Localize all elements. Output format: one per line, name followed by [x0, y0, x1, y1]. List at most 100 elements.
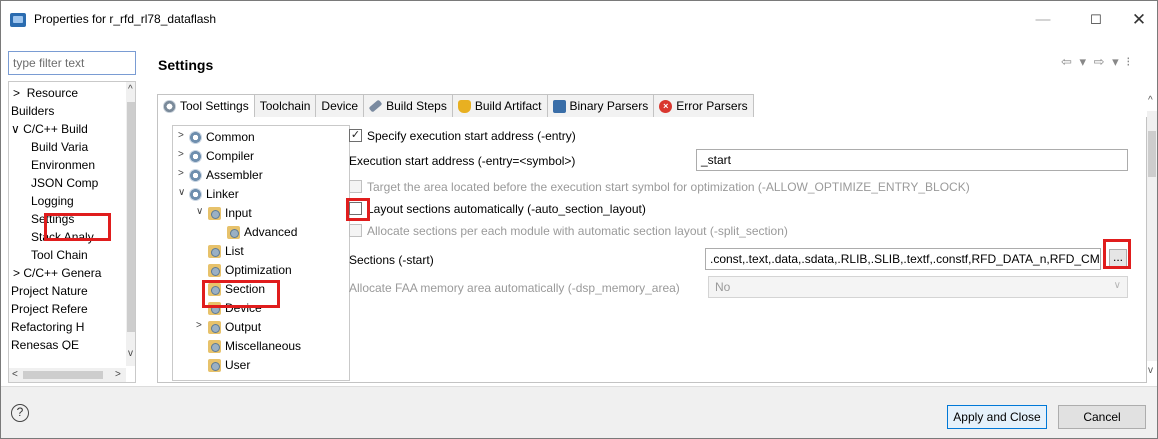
- tab-device[interactable]: Device: [316, 94, 365, 118]
- close-button[interactable]: ✕: [1119, 7, 1157, 33]
- allow-optimize-checkbox: [349, 180, 362, 193]
- tree-item-assembler[interactable]: Assembler: [189, 166, 263, 184]
- nav-item-tool-chain[interactable]: Tool Chain: [31, 246, 88, 264]
- tab-build-steps[interactable]: Build Steps: [364, 94, 453, 118]
- tree-item-output[interactable]: Output: [208, 318, 261, 336]
- panel-scroll-up-icon[interactable]: ^: [1148, 95, 1153, 106]
- sections-label: Sections (-start): [349, 253, 434, 267]
- dialog-footer: ? Apply and Close Cancel: [1, 386, 1157, 438]
- tab-error-parsers[interactable]: × Error Parsers: [654, 94, 754, 118]
- trophy-icon: [457, 99, 471, 113]
- settings-folder-icon: [208, 282, 221, 296]
- tab-tool-settings[interactable]: Tool Settings: [157, 94, 255, 118]
- binary-icon: [552, 99, 566, 113]
- app-icon: [10, 13, 26, 27]
- nav-item-renesas-qe[interactable]: Renesas QE: [11, 336, 79, 350]
- tree-item-optimization[interactable]: Optimization: [208, 261, 292, 279]
- gear-icon: [189, 149, 202, 163]
- scroll-up-icon[interactable]: ^: [128, 84, 133, 96]
- properties-dialog: Properties for r_rfd_rl78_dataflash — ☐ …: [0, 0, 1158, 439]
- entry-checkbox-label: Specify execution start address (-entry): [367, 129, 576, 143]
- scroll-left-icon[interactable]: <: [12, 369, 18, 381]
- tool-tree: > Common > Compiler > Assembler ∨ Linker…: [172, 125, 350, 381]
- cancel-button[interactable]: Cancel: [1058, 405, 1146, 429]
- nav-item-cpp-general[interactable]: > C/C++ Genera: [13, 264, 101, 282]
- nav-item-resource[interactable]: > Resource: [13, 84, 78, 102]
- maximize-button[interactable]: ☐: [1076, 7, 1116, 33]
- nav-item-settings[interactable]: Settings: [31, 210, 74, 228]
- page-title: Settings: [158, 57, 214, 73]
- tree-item-linker[interactable]: Linker: [189, 185, 239, 203]
- title-bar: Properties for r_rfd_rl78_dataflash — ☐ …: [1, 1, 1157, 39]
- error-icon: ×: [659, 99, 673, 113]
- chevron-right-icon[interactable]: >: [178, 130, 184, 141]
- gear-icon: [189, 187, 202, 201]
- tree-item-advanced[interactable]: Advanced: [227, 223, 297, 241]
- auto-section-checkbox[interactable]: [349, 202, 362, 215]
- settings-folder-icon: [208, 339, 221, 353]
- tree-item-compiler[interactable]: Compiler: [189, 147, 254, 165]
- chevron-down-icon[interactable]: ∨: [196, 206, 203, 217]
- property-nav-tree: > Resource Builders ∨ C/C++ Build Build …: [8, 81, 136, 383]
- nav-scroll-thumb[interactable]: [127, 102, 135, 332]
- gear-icon: [189, 168, 202, 182]
- tree-item-list[interactable]: List: [208, 242, 244, 260]
- nav-item-build-variables[interactable]: Build Varia: [31, 138, 88, 156]
- chevron-down-icon[interactable]: ∨: [178, 187, 185, 198]
- split-section-checkbox: [349, 224, 362, 237]
- nav-item-project-natures[interactable]: Project Nature: [11, 282, 88, 300]
- sections-input[interactable]: .const,.text,.data,.sdata,.RLIB,.SLIB,.t…: [705, 248, 1101, 270]
- panel-vertical-scrollbar[interactable]: [1147, 111, 1157, 361]
- nav-item-project-references[interactable]: Project Refere: [11, 300, 88, 318]
- chevron-right-icon[interactable]: >: [178, 168, 184, 179]
- gear-icon: [163, 99, 176, 113]
- nav-item-logging[interactable]: Logging: [31, 192, 74, 210]
- history-nav-arrows[interactable]: ⇦ ▾ ⇨ ▾ ⁝: [1061, 54, 1132, 70]
- filter-input[interactable]: type filter text: [8, 51, 136, 75]
- nav-item-builders[interactable]: Builders: [11, 102, 54, 120]
- help-icon[interactable]: ?: [11, 404, 29, 422]
- apply-and-close-button[interactable]: Apply and Close: [947, 405, 1047, 429]
- scroll-down-icon[interactable]: v: [128, 348, 133, 360]
- tree-item-miscellaneous[interactable]: Miscellaneous: [208, 337, 301, 355]
- chevron-right-icon[interactable]: >: [178, 149, 184, 160]
- settings-tabs: Tool Settings Toolchain Device Build Ste…: [157, 94, 754, 118]
- nav-item-environment[interactable]: Environmen: [31, 156, 95, 174]
- tree-item-common[interactable]: Common: [189, 128, 255, 146]
- nav-vertical-scrollbar[interactable]: ^ v: [126, 82, 135, 366]
- settings-folder-icon: [208, 358, 221, 372]
- tab-toolchain[interactable]: Toolchain: [254, 94, 317, 118]
- chevron-right-icon: >: [13, 266, 21, 280]
- chevron-down-icon: ∨: [11, 122, 20, 136]
- nav-item-refactoring-history[interactable]: Refactoring H: [11, 318, 84, 336]
- chevron-right-icon[interactable]: >: [196, 320, 202, 331]
- tree-item-device[interactable]: Device: [208, 299, 262, 317]
- panel-scroll-down-icon[interactable]: v: [1148, 365, 1153, 376]
- nav-item-stack-analysis[interactable]: Stack Analy: [31, 228, 94, 246]
- entry-address-label: Execution start address (-entry=<symbol>…: [349, 154, 576, 168]
- sections-browse-button[interactable]: ...: [1109, 249, 1127, 269]
- nav-item-cpp-build[interactable]: ∨ C/C++ Build: [11, 120, 88, 138]
- tree-item-input[interactable]: Input: [208, 204, 252, 222]
- tab-build-artifact[interactable]: Build Artifact: [452, 94, 548, 118]
- entry-checkbox[interactable]: ✓: [349, 129, 362, 142]
- entry-address-input[interactable]: _start: [696, 149, 1128, 171]
- tool-settings-panel: > Common > Compiler > Assembler ∨ Linker…: [157, 117, 1147, 383]
- tree-item-section[interactable]: Section: [208, 280, 265, 298]
- settings-folder-icon: [208, 206, 221, 220]
- scroll-right-icon[interactable]: >: [115, 369, 121, 381]
- dsp-memory-select[interactable]: No ∨: [708, 276, 1128, 298]
- window-title: Properties for r_rfd_rl78_dataflash: [34, 12, 217, 26]
- panel-scroll-thumb[interactable]: [1148, 131, 1156, 177]
- settings-folder-icon: [227, 225, 240, 239]
- tree-item-user[interactable]: User: [208, 356, 250, 374]
- allow-optimize-label: Target the area located before the execu…: [367, 180, 970, 194]
- split-section-label: Allocate sections per each module with a…: [367, 224, 788, 238]
- nav-hscroll-thumb[interactable]: [23, 371, 103, 379]
- minimize-button[interactable]: —: [1023, 7, 1063, 33]
- nav-horizontal-scrollbar[interactable]: < >: [9, 368, 126, 382]
- tab-binary-parsers[interactable]: Binary Parsers: [547, 94, 655, 118]
- nav-item-json-compilation[interactable]: JSON Comp: [31, 174, 98, 192]
- settings-folder-icon: [208, 301, 221, 315]
- settings-folder-icon: [208, 244, 221, 258]
